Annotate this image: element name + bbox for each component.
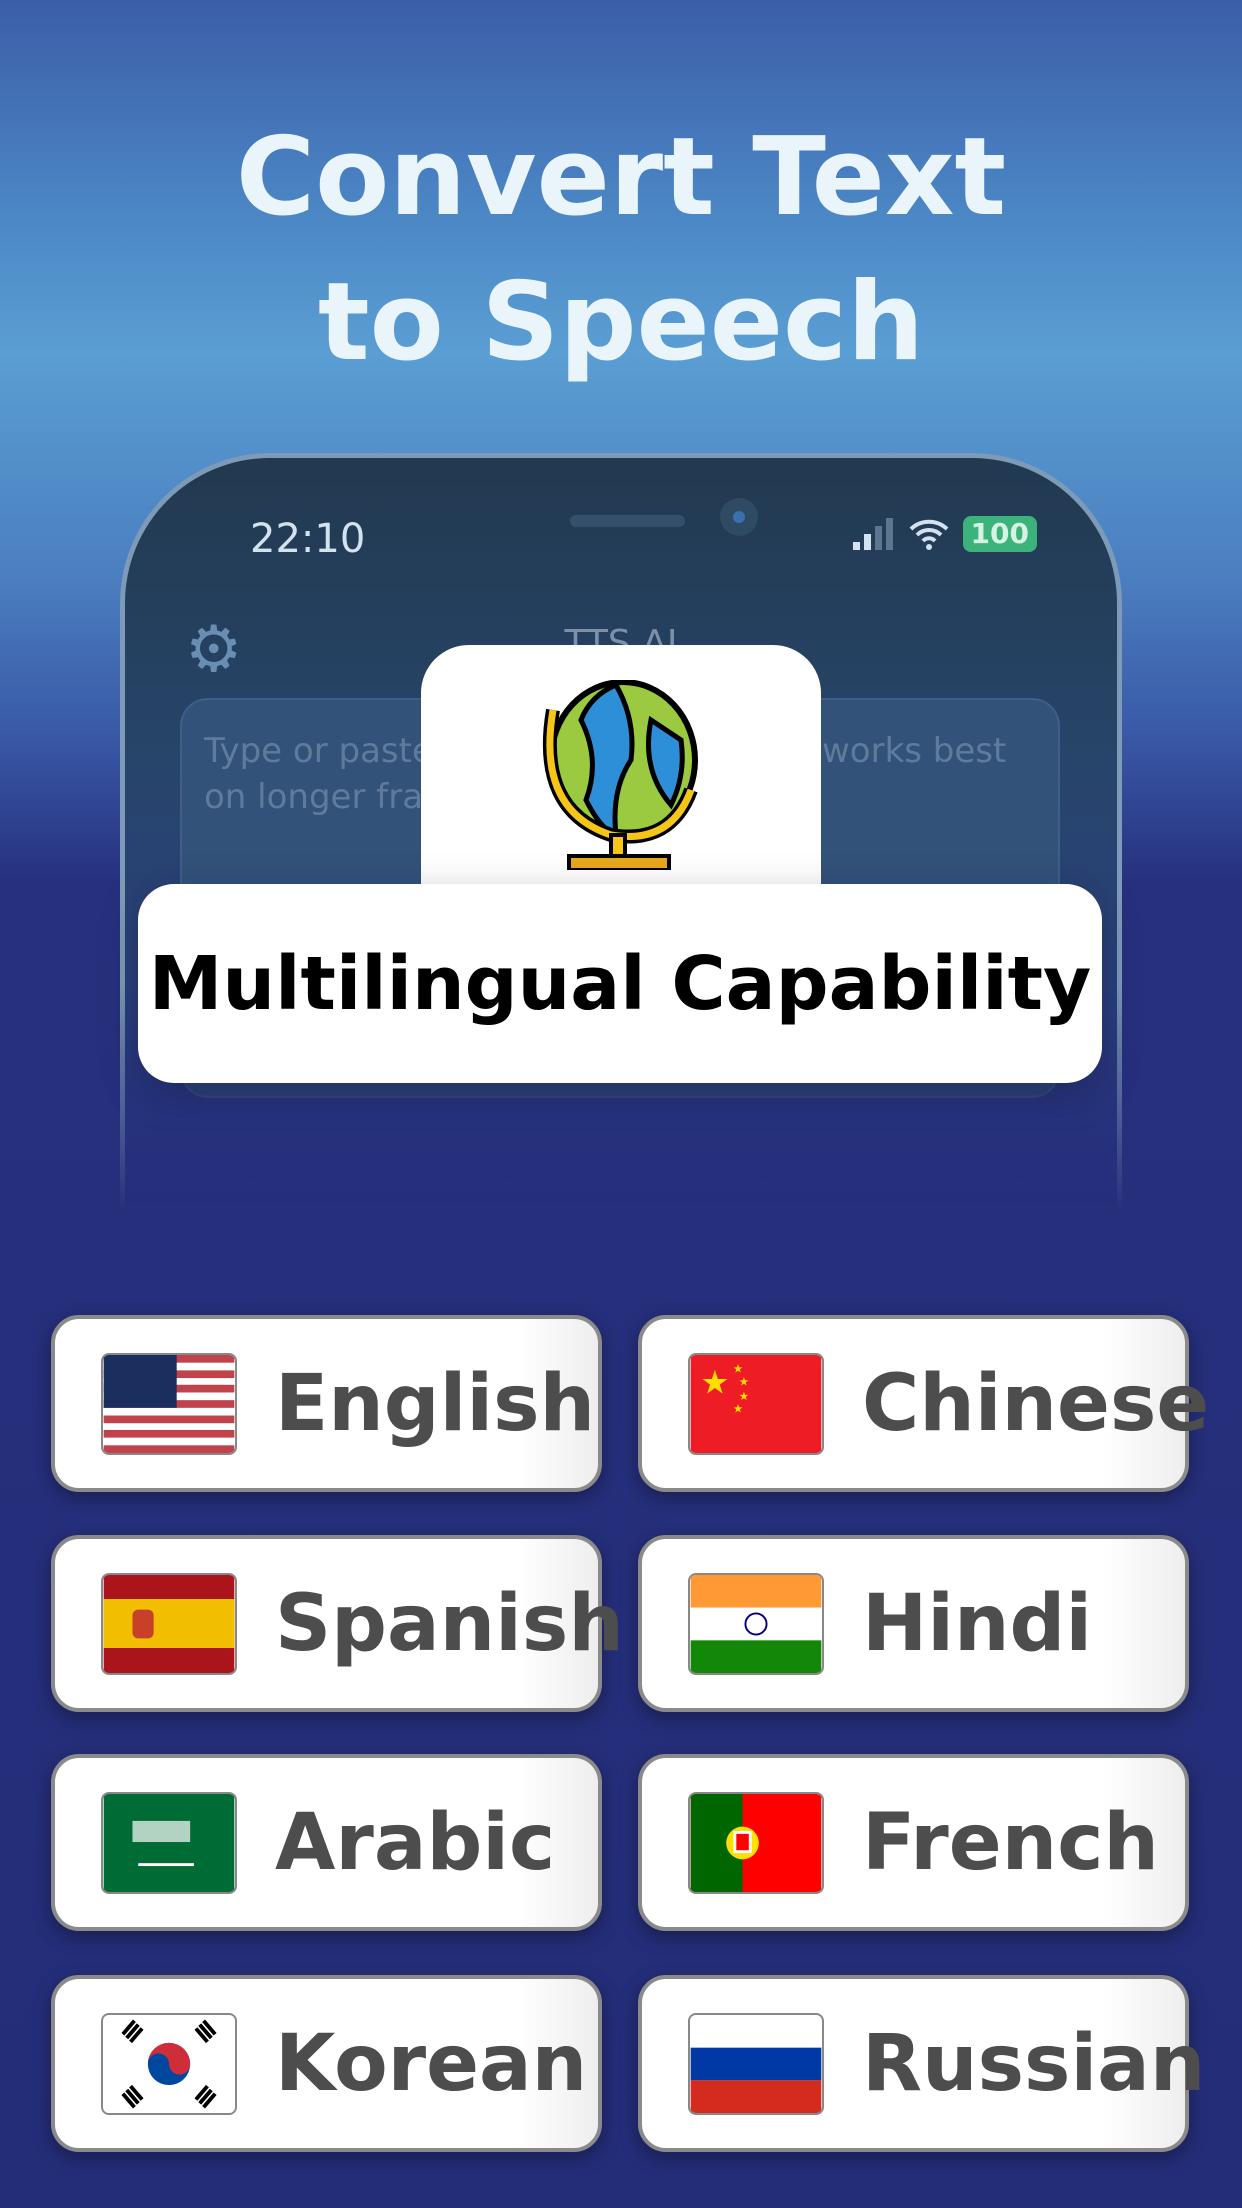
language-label: English [275, 1358, 596, 1449]
placeholder-text: Type or paste [204, 731, 433, 771]
in-flag-icon [688, 1572, 824, 1675]
svg-text:★: ★ [700, 1363, 729, 1401]
signal-icon [852, 518, 893, 550]
language-english[interactable]: English [51, 1315, 602, 1492]
language-label: Chinese [862, 1358, 1210, 1449]
language-hindi[interactable]: Hindi [638, 1535, 1189, 1712]
language-arabic[interactable]: Arabic [51, 1754, 602, 1931]
feature-card: Multilingual Capability [138, 884, 1102, 1083]
battery-icon: 100 [962, 516, 1037, 552]
headline-line1: Convert Text [235, 115, 1007, 240]
status-icons: 100 [851, 516, 1037, 552]
language-label: Arabic [275, 1797, 556, 1888]
language-label: French [862, 1797, 1159, 1888]
svg-text:★: ★ [739, 1374, 749, 1388]
ru-flag-icon [688, 2012, 824, 2115]
language-korean[interactable]: Korean [51, 1975, 602, 2152]
language-russian[interactable]: Russian [638, 1975, 1205, 2152]
svg-text:★: ★ [733, 1401, 743, 1415]
es-flag-icon [101, 1572, 237, 1675]
language-label: Spanish [275, 1578, 624, 1669]
kr-flag-icon [101, 2012, 237, 2115]
language-french[interactable]: French [638, 1754, 1189, 1931]
headline: Convert Text to Speech [0, 105, 1242, 395]
phone-camera [720, 498, 758, 536]
cn-flag-icon: ★ ★★★★ [688, 1352, 824, 1455]
headline-line2: to Speech [318, 260, 924, 385]
globe-icon [542, 680, 698, 870]
phone-speaker [570, 515, 685, 527]
feature-label: Multilingual Capability [148, 940, 1092, 1027]
feature-icon-card [421, 645, 821, 905]
pt-flag-icon [688, 1791, 824, 1894]
sa-flag-icon [101, 1791, 237, 1894]
wifi-icon [909, 519, 948, 550]
placeholder-text: on longer fra [204, 777, 424, 817]
us-flag-icon [101, 1352, 237, 1455]
language-label: Russian [862, 2018, 1206, 2109]
language-spanish[interactable]: Spanish [51, 1535, 624, 1712]
language-label: Hindi [862, 1578, 1093, 1669]
language-chinese[interactable]: ★ ★ ★ ★ ★ Chinese [638, 1315, 1209, 1492]
svg-text:★: ★ [733, 1361, 743, 1375]
placeholder-text: works best [822, 731, 1007, 771]
language-label: Korean [275, 2018, 588, 2109]
status-time: 22:10 [250, 516, 366, 562]
